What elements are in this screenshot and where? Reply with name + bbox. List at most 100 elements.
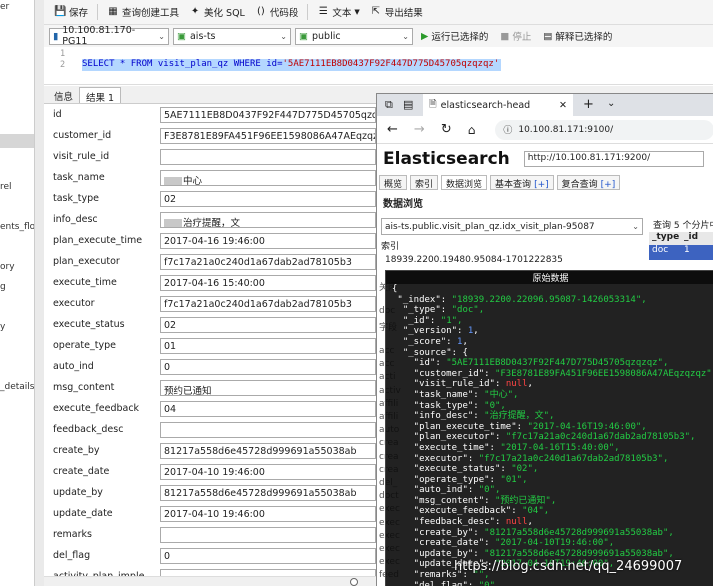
tab-result-1[interactable]: 结果 1 <box>79 87 122 104</box>
field-name: task_name <box>53 172 105 183</box>
field-value[interactable]: f7c17a21a0c240d1a67dab2ad78105b3 <box>160 296 376 312</box>
browser-window: ⧉ ▤ 🗎 elasticsearch-head ✕ + ⌄ ← → ↻ ⌂ ⓘ… <box>376 93 713 586</box>
navigator-scrollbar[interactable] <box>34 0 44 586</box>
field-name: task_type <box>53 193 99 204</box>
json-token: "_score": <box>392 336 458 347</box>
field-name: operate_type <box>53 340 116 351</box>
snippet-button[interactable]: () 代码段 <box>251 2 303 22</box>
field-name: update_by <box>53 487 103 498</box>
navigator-item[interactable]: ory <box>0 262 15 272</box>
text-button[interactable]: ☰ 文本 ▼ <box>313 2 363 22</box>
tab-actions-icon[interactable]: ⧉ <box>385 98 393 112</box>
es-url-input[interactable]: http://10.100.81.171:9200/ <box>523 151 704 167</box>
beautify-icon: ✦ <box>190 6 200 17</box>
sql-statement[interactable]: SELECT * FROM visit_plan_qz WHERE id='5A… <box>82 59 502 71</box>
json-token: 81217a558d6e45728d999691a55038ab <box>489 527 663 538</box>
navigator-item[interactable]: g <box>0 282 6 292</box>
index-select[interactable]: ais-ts.public.visit_plan_qz.idx_visit_pl… <box>381 218 643 235</box>
save-button[interactable]: 💾 保存 <box>50 2 92 22</box>
stop-button[interactable]: ■ 停止 <box>496 29 535 44</box>
index-hit[interactable]: 18939.2200.19480.95084-1701222835 <box>385 255 563 265</box>
back-icon[interactable]: ← <box>387 122 398 137</box>
json-line: "_source": { <box>392 348 713 359</box>
close-icon[interactable]: ✕ <box>559 100 567 111</box>
field-value[interactable] <box>160 149 376 165</box>
tab-list-icon[interactable]: ▤ <box>403 98 413 111</box>
new-tab-icon[interactable]: + <box>583 97 594 112</box>
field-value[interactable]: 2017-04-16 15:40:00 <box>160 275 376 291</box>
field-value[interactable]: 02 <box>160 191 376 207</box>
json-token: "_version": <box>392 326 468 337</box>
es-tab[interactable]: 数据浏览 <box>441 174 488 190</box>
field-value[interactable]: 2017-04-10 19:46:00 <box>160 464 376 480</box>
field-value[interactable]: 0 <box>160 548 376 564</box>
field-value[interactable]: 2017-04-10 19:46:00 <box>160 506 376 522</box>
json-line: "create_date": "2017-04-10T19:46:00", <box>392 538 713 549</box>
json-token: doc <box>457 305 474 316</box>
record-row: plan_executor f7c17a21a0c240d1a67dab2ad78… <box>44 252 376 273</box>
field-value[interactable]: 5AE7111EB8D0437F92F447D775D45705qzqzqz <box>160 107 376 123</box>
field-value[interactable] <box>160 527 376 543</box>
json-token: task_name <box>419 389 468 400</box>
refresh-icon[interactable]: ↻ <box>441 122 452 137</box>
index-label: 索引 <box>381 242 400 252</box>
field-value[interactable]: 预约已通知 <box>160 380 376 396</box>
sql-editor[interactable]: 1 2 SELECT * FROM visit_plan_qz WHERE id… <box>44 47 713 85</box>
es-tab[interactable]: 基本查询 [+] <box>490 174 554 190</box>
export-results-button[interactable]: ⇱ 导出结果 <box>366 2 427 22</box>
schema-select[interactable]: ▣ public ⌄ <box>295 27 413 45</box>
navigator-item[interactable]: y <box>0 322 5 332</box>
json-token: 预约已通知 <box>500 495 546 506</box>
json-token: "_id": <box>392 315 441 326</box>
json-token: ", <box>494 400 506 411</box>
json-line: "plan_execute_time": "2017-04-16T19:46:0… <box>392 422 713 433</box>
column-header[interactable]: _type <box>649 232 681 245</box>
json-token: del_flag <box>419 580 463 586</box>
field-value[interactable]: 中心 <box>160 170 376 186</box>
field-value[interactable]: 治疗提醒，文 <box>160 212 376 228</box>
chevron-down-icon[interactable]: ⌄ <box>607 98 615 109</box>
json-token: ": <box>429 358 447 369</box>
navigator-item[interactable]: _details <box>0 382 34 392</box>
record-row: id 5AE7111EB8D0437F92F447D775D45705qzqzqz <box>44 105 376 126</box>
field-value[interactable]: 02 <box>160 317 376 333</box>
address-bar[interactable]: ⓘ 10.100.81.171:9100/ <box>495 119 713 140</box>
column-header[interactable]: _id <box>681 232 713 245</box>
field-value[interactable]: 81217a558d6e45728d999691a55038ab <box>160 485 376 501</box>
field-value[interactable] <box>160 422 376 438</box>
json-token: 04 <box>527 506 539 517</box>
es-tab[interactable]: 概览 <box>379 174 408 190</box>
beautify-sql-button[interactable]: ✦ 美化 SQL <box>185 2 249 22</box>
field-value[interactable]: f7c17a21a0c240d1a67dab2ad78105b3 <box>160 254 376 270</box>
es-tab[interactable]: 复合查询 [+] <box>556 174 621 190</box>
scroll-handle[interactable] <box>350 578 358 586</box>
home-icon[interactable]: ⌂ <box>468 123 476 137</box>
dialog-title: 原始数据 <box>386 271 713 284</box>
json-token: 治疗提醒，文 <box>489 411 544 422</box>
navigator-item[interactable]: rel <box>0 182 12 192</box>
field-value[interactable]: 81217a558d6e45728d999691a55038ab <box>160 443 376 459</box>
forward-icon[interactable]: → <box>414 122 425 137</box>
connection-select[interactable]: ▮ 10.100.81.170-PG11 ⌄ <box>49 25 169 47</box>
table-row[interactable]: doc 1 <box>649 245 713 260</box>
field-value[interactable]: F3E8781E89FA451F96EE1598086A47AEqzqzqz <box>160 128 376 144</box>
field-value[interactable]: 01 <box>160 338 376 354</box>
query-builder-button[interactable]: ▦ 查询创建工具 <box>103 2 183 22</box>
field-value[interactable]: 04 <box>160 401 376 417</box>
json-token: ": <box>462 485 479 496</box>
json-token: ": <box>511 421 528 432</box>
tab-info[interactable]: 信息 <box>48 87 79 103</box>
json-token: " <box>392 580 420 586</box>
json-token: ", <box>538 506 550 517</box>
horizontal-scrollbar[interactable] <box>44 576 376 586</box>
field-value[interactable]: 0 <box>160 359 376 375</box>
field-value[interactable]: 2017-04-16 19:46:00 <box>160 233 376 249</box>
database-select[interactable]: ▣ ais-ts ⌄ <box>173 27 291 45</box>
json-token: ", <box>657 453 669 464</box>
navigator-item[interactable]: er <box>0 2 9 12</box>
browser-tab[interactable]: 🗎 elasticsearch-head ✕ <box>423 94 573 116</box>
explain-selected-button[interactable]: ▤ 解释已选择的 <box>539 29 616 44</box>
record-row: create_by 81217a558d6e45728d999691a55038a… <box>44 441 376 462</box>
es-tab[interactable]: 索引 <box>410 174 439 190</box>
run-selected-button[interactable]: ▶ 运行已选择的 <box>417 29 492 44</box>
